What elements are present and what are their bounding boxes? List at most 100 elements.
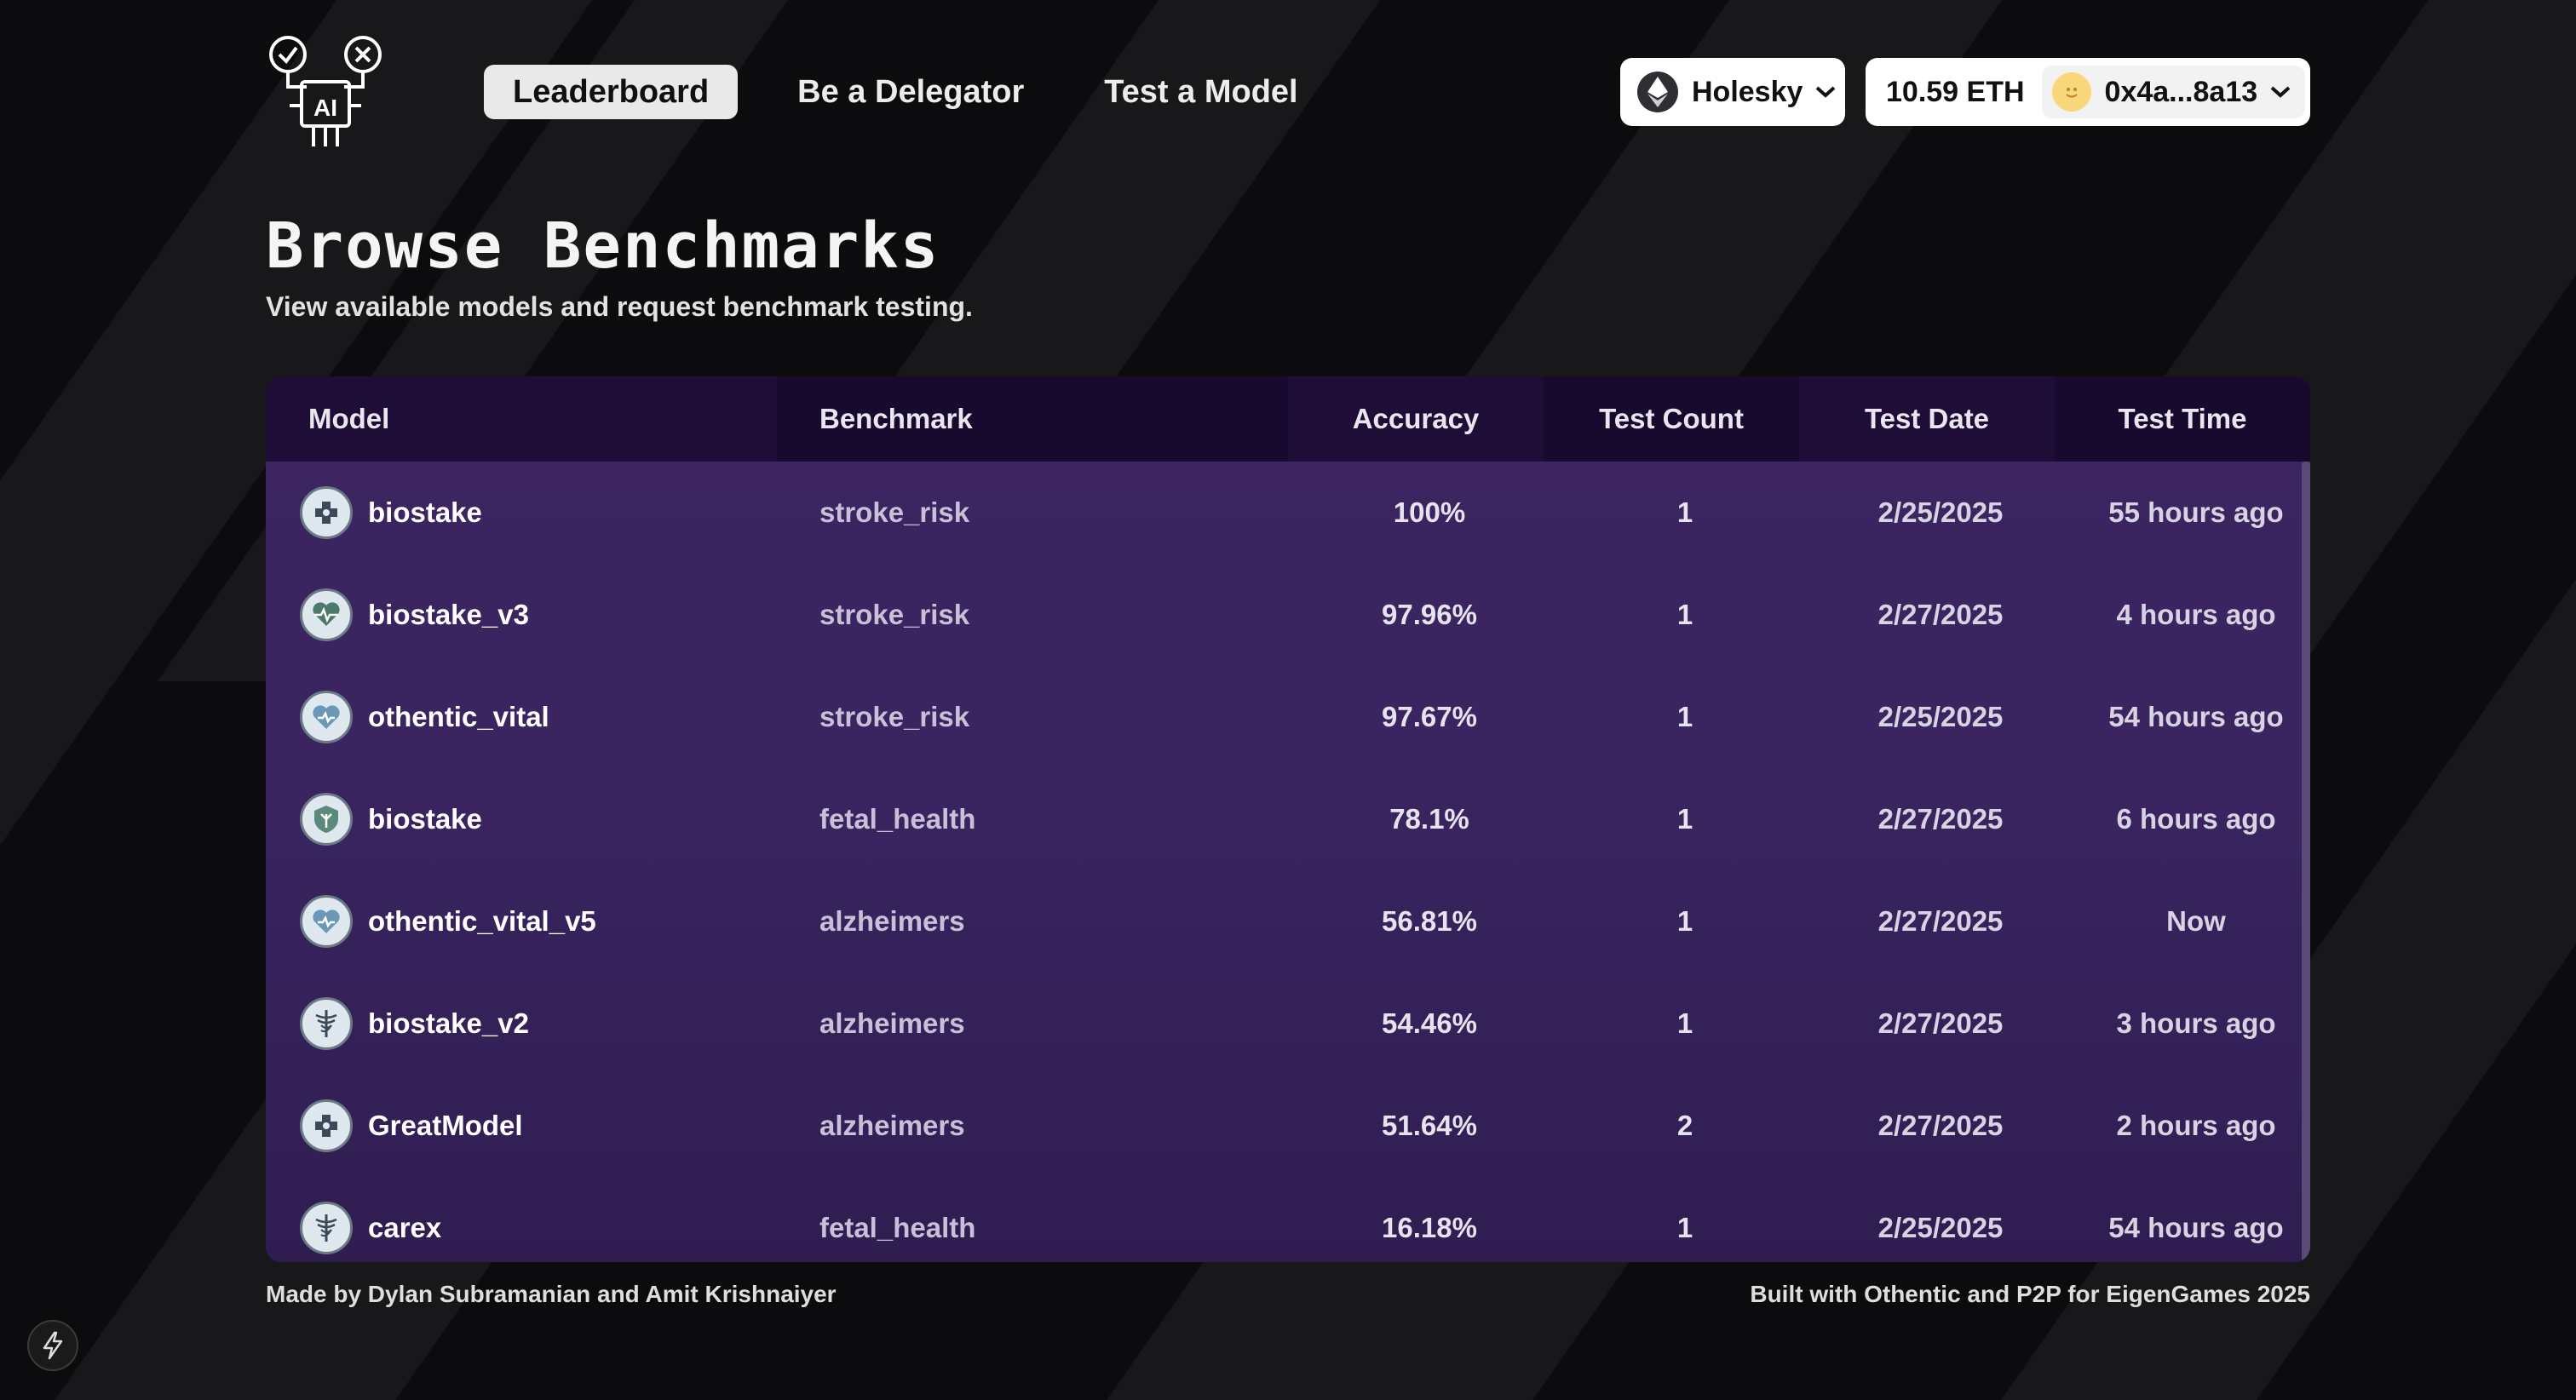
test-date-cell: 2/27/2025 — [1877, 803, 2004, 835]
test-time-cell: 2 hours ago — [2116, 1110, 2276, 1141]
model-cell: biostake_v3 — [266, 588, 777, 641]
test-count-cell: 1 — [1676, 905, 1693, 937]
heart-icon — [300, 691, 353, 743]
accuracy-cell: 51.64% — [1382, 1110, 1477, 1141]
model-name: biostake — [368, 496, 482, 528]
caduceus-icon — [300, 1202, 353, 1254]
column-header-test-count[interactable]: Test Count — [1544, 376, 1799, 462]
test-time-cell: 54 hours ago — [2108, 701, 2284, 732]
table-row[interactable]: biostake_v2 alzheimers 54.46% 1 2/27/202… — [266, 973, 2310, 1075]
column-header-accuracy[interactable]: Accuracy — [1288, 376, 1544, 462]
model-cell: othentic_vital_v5 — [266, 895, 777, 948]
test-time-cell: 55 hours ago — [2108, 496, 2284, 528]
test-count-cell: 1 — [1676, 1212, 1693, 1243]
nav-be-a-delegator[interactable]: Be a Delegator — [785, 65, 1053, 119]
caduceus-icon — [300, 997, 353, 1050]
table-row[interactable]: biostake_v3 stroke_risk 97.96% 1 2/27/20… — [266, 564, 2310, 666]
model-cell: GreatModel — [266, 1099, 777, 1152]
accuracy-cell: 16.18% — [1382, 1212, 1477, 1243]
table-header: Model Benchmark Accuracy Test Count Test… — [266, 376, 2310, 462]
table-scrollbar[interactable] — [2302, 462, 2310, 1262]
wallet-button[interactable]: 10.59 ETH 0x4a...8a13 — [1866, 58, 2310, 126]
main-nav: Leaderboard Be a Delegator Test a Model — [484, 65, 1339, 119]
benchmark-cell: stroke_risk — [819, 599, 970, 630]
table-row[interactable]: GreatModel alzheimers 51.64% 2 2/27/2025… — [266, 1075, 2310, 1177]
dev-tools-button[interactable] — [27, 1320, 78, 1371]
model-cell: biostake — [266, 486, 777, 539]
test-date-cell: 2/25/2025 — [1877, 1212, 2004, 1243]
table-row[interactable]: biostake stroke_risk 100% 1 2/25/2025 55… — [266, 462, 2310, 564]
ai-judge-logo-icon[interactable]: AI — [266, 34, 385, 150]
page-title: Browse Benchmarks — [266, 209, 940, 283]
model-name: carex — [368, 1212, 442, 1243]
accuracy-cell: 97.67% — [1382, 701, 1477, 732]
table-row[interactable]: carex fetal_health 16.18% 1 2/25/2025 54… — [266, 1177, 2310, 1262]
model-cell: biostake — [266, 793, 777, 846]
test-time-cell: 6 hours ago — [2116, 803, 2276, 835]
lightning-bolt-icon — [43, 1331, 63, 1360]
test-date-cell: 2/25/2025 — [1877, 496, 2004, 528]
test-time-cell: 4 hours ago — [2116, 599, 2276, 630]
model-name: biostake — [368, 803, 482, 835]
test-time-cell: 3 hours ago — [2116, 1007, 2276, 1039]
accuracy-cell: 54.46% — [1382, 1007, 1477, 1039]
test-count-cell: 1 — [1676, 1007, 1693, 1039]
smiley-avatar-icon — [2051, 72, 2091, 112]
account-pill[interactable]: 0x4a...8a13 — [2041, 66, 2306, 118]
model-name: biostake_v2 — [368, 1007, 529, 1039]
benchmark-cell: alzheimers — [819, 1007, 965, 1039]
model-cell: carex — [266, 1202, 777, 1254]
table-row[interactable]: othentic_vital_v5 alzheimers 56.81% 1 2/… — [266, 870, 2310, 973]
accuracy-cell: 100% — [1393, 496, 1466, 528]
test-count-cell: 1 — [1676, 803, 1693, 835]
column-header-model[interactable]: Model — [266, 376, 777, 462]
test-date-cell: 2/25/2025 — [1877, 701, 2004, 732]
benchmark-cell: alzheimers — [819, 905, 965, 937]
test-time-cell: 54 hours ago — [2108, 1212, 2284, 1243]
benchmark-cell: stroke_risk — [819, 701, 970, 732]
chevron-down-icon — [2270, 86, 2291, 98]
column-header-test-date[interactable]: Test Date — [1799, 376, 2055, 462]
test-count-cell: 1 — [1676, 496, 1693, 528]
benchmark-cell: stroke_risk — [819, 496, 970, 528]
nav-test-a-model[interactable]: Test a Model — [1104, 65, 1326, 119]
accuracy-cell: 78.1% — [1389, 803, 1469, 835]
test-date-cell: 2/27/2025 — [1877, 905, 2004, 937]
wallet-address: 0x4a...8a13 — [2104, 75, 2258, 108]
benchmark-cell: fetal_health — [819, 803, 976, 835]
test-count-cell: 1 — [1676, 701, 1693, 732]
table-row[interactable]: othentic_vital stroke_risk 97.67% 1 2/25… — [266, 666, 2310, 768]
column-header-test-time[interactable]: Test Time — [2055, 376, 2310, 462]
page: AI Leaderboard Be a Delegator Test a Mod… — [0, 0, 2576, 1400]
medical-cross-icon — [300, 486, 353, 539]
model-cell: biostake_v2 — [266, 997, 777, 1050]
test-date-cell: 2/27/2025 — [1877, 1110, 2004, 1141]
page-subtitle: View available models and request benchm… — [266, 291, 973, 322]
test-date-cell: 2/27/2025 — [1877, 1007, 2004, 1039]
test-date-cell: 2/27/2025 — [1877, 599, 2004, 630]
nav-leaderboard[interactable]: Leaderboard — [484, 65, 739, 119]
chevron-down-icon — [1816, 86, 1836, 98]
model-name: GreatModel — [368, 1110, 523, 1141]
benchmark-cell: alzheimers — [819, 1110, 965, 1141]
model-cell: othentic_vital — [266, 691, 777, 743]
wallet-balance: 10.59 ETH — [1886, 75, 2025, 108]
accuracy-cell: 97.96% — [1382, 599, 1477, 630]
heartbeat-icon — [300, 588, 353, 641]
benchmark-cell: fetal_health — [819, 1212, 976, 1243]
medical-cross-icon — [300, 1099, 353, 1152]
footer-built-with: Built with Othentic and P2P for EigenGam… — [1750, 1281, 2310, 1307]
footer-credits: Made by Dylan Subramanian and Amit Krish… — [266, 1281, 837, 1307]
ethereum-icon — [1637, 72, 1678, 112]
table-row[interactable]: biostake fetal_health 78.1% 1 2/27/2025 … — [266, 768, 2310, 870]
test-count-cell: 1 — [1676, 599, 1693, 630]
network-selector-button[interactable]: Holesky — [1620, 58, 1845, 126]
benchmarks-table: Model Benchmark Accuracy Test Count Test… — [266, 376, 2310, 1262]
model-name: biostake_v3 — [368, 599, 529, 630]
test-time-cell: Now — [2166, 905, 2226, 937]
heart-icon — [300, 895, 353, 948]
network-label: Holesky — [1692, 75, 1803, 108]
model-name: othentic_vital — [368, 701, 549, 732]
column-header-benchmark[interactable]: Benchmark — [777, 376, 1288, 462]
model-name: othentic_vital_v5 — [368, 905, 596, 937]
